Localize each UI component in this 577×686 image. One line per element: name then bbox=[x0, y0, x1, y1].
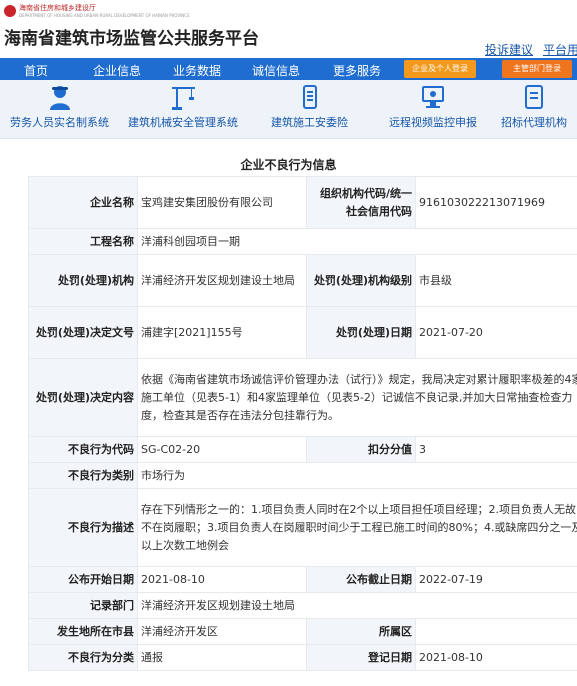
dept-login-button[interactable]: 主管部门登录 bbox=[502, 60, 572, 78]
platform-link[interactable]: 平台用 bbox=[543, 41, 577, 58]
code-label: 不良行为代码 bbox=[28, 436, 138, 463]
top-links: 投诉建议 平台用 bbox=[485, 41, 577, 58]
table-row: 记录部门 洋浦经济开发区规划建设土地局 bbox=[28, 592, 577, 619]
decision-no-label: 处罚(处理)决定文号 bbox=[28, 306, 138, 359]
score-label: 扣分分值 bbox=[306, 436, 416, 463]
pub-start-label: 公布开始日期 bbox=[28, 566, 138, 593]
punish-org-label: 处罚(处理)机构 bbox=[28, 254, 138, 307]
system-shortcuts: 劳务人员实名制系统 建筑机械安全管理系统 建筑施工安委险 远程视频监控申报 招标… bbox=[0, 80, 577, 139]
desc-value: 存在下列情形之一的：1.项目负责人同时在2个以上项目担任项目经理；2.项目负责人… bbox=[137, 488, 577, 567]
table-row: 处罚(处理)机构 洋浦经济开发区规划建设土地局 处罚(处理)机构级别 市县级 bbox=[28, 254, 577, 307]
system-bidding-agency[interactable]: 招标代理机构 bbox=[501, 83, 567, 130]
record-dept-label: 记录部门 bbox=[28, 592, 138, 619]
code-value: SG-C02-20 bbox=[137, 436, 307, 463]
complaint-link[interactable]: 投诉建议 bbox=[485, 41, 533, 58]
district-label: 所属区 bbox=[306, 618, 416, 645]
score-value: 3 bbox=[415, 436, 577, 463]
system-worker-realname[interactable]: 劳务人员实名制系统 bbox=[10, 83, 109, 130]
punish-level-value: 市县级 bbox=[415, 254, 577, 307]
table-row: 公布开始日期 2021-08-10 公布截止日期 2022-07-19 bbox=[28, 566, 577, 593]
punish-date-value: 2021-07-20 bbox=[415, 306, 577, 359]
content-value: 依据《海南省建筑市场诚信评价管理办法（试行）》规定，我局决定对累计履职率极差的4… bbox=[137, 358, 577, 437]
table-row: 不良行为分类 通报 登记日期 2021-08-10 bbox=[28, 644, 577, 671]
system-label: 建筑机械安全管理系统 bbox=[128, 116, 238, 129]
table-row: 不良行为描述 存在下列情形之一的：1.项目负责人同时在2个以上项目担任项目经理；… bbox=[28, 488, 577, 567]
table-row: 处罚(处理)决定内容 依据《海南省建筑市场诚信评价管理办法（试行）》规定，我局决… bbox=[28, 358, 577, 437]
nav-credit[interactable]: 诚信信息 bbox=[252, 62, 300, 79]
org-code-label: 组织机构代码/统一社会信用代码 bbox=[306, 176, 416, 229]
org-code-value: 916103022213071969 bbox=[415, 176, 577, 229]
system-label: 远程视频监控申报 bbox=[389, 116, 477, 129]
content-label: 处罚(处理)决定内容 bbox=[28, 358, 138, 437]
nav-enterprise[interactable]: 企业信息 bbox=[93, 62, 141, 79]
pub-start-value: 2021-08-10 bbox=[137, 566, 307, 593]
category-label: 不良行为类别 bbox=[28, 462, 138, 489]
worker-icon bbox=[49, 86, 70, 110]
insurance-icon bbox=[302, 85, 317, 109]
city-value: 洋浦经济开发区 bbox=[137, 618, 307, 645]
dept-logo: 海南省住房和城乡建设厅 DEPARTMENT OF HOUSING AND UR… bbox=[4, 3, 190, 18]
table-row: 工程名称 洋浦科创园项目一期 bbox=[28, 228, 577, 255]
nav-home[interactable]: 首页 bbox=[24, 62, 48, 79]
reg-date-value: 2021-08-10 bbox=[415, 644, 577, 671]
nav-more-services[interactable]: 更多服务 bbox=[333, 62, 381, 79]
company-label: 企业名称 bbox=[28, 176, 138, 229]
main-nav: 首页 企业信息 业务数据 诚信信息 更多服务 企业及个人登录 主管部门登录 bbox=[0, 58, 577, 80]
document-icon bbox=[525, 85, 543, 109]
company-value: 宝鸡建安集团股份有限公司 bbox=[137, 176, 307, 229]
system-construction-insurance[interactable]: 建筑施工安委险 bbox=[271, 83, 348, 130]
system-label: 建筑施工安委险 bbox=[271, 116, 348, 129]
violation-record-table: 企业名称 宝鸡建安集团股份有限公司 组织机构代码/统一社会信用代码 916103… bbox=[28, 176, 577, 671]
nav-business-data[interactable]: 业务数据 bbox=[173, 62, 221, 79]
system-label: 招标代理机构 bbox=[501, 116, 567, 129]
enterprise-login-button[interactable]: 企业及个人登录 bbox=[404, 60, 476, 78]
punish-org-value: 洋浦经济开发区规划建设土地局 bbox=[137, 254, 307, 307]
monitor-icon bbox=[422, 86, 444, 108]
table-row: 处罚(处理)决定文号 浦建字[2021]155号 处罚(处理)日期 2021-0… bbox=[28, 306, 577, 359]
decision-no-value: 浦建字[2021]155号 bbox=[137, 306, 307, 359]
punish-date-label: 处罚(处理)日期 bbox=[306, 306, 416, 359]
table-row: 发生地所在市县 洋浦经济开发区 所属区 bbox=[28, 618, 577, 645]
record-dept-value: 洋浦经济开发区规划建设土地局 bbox=[137, 592, 577, 619]
site-header: 海南省住房和城乡建设厅 DEPARTMENT OF HOUSING AND UR… bbox=[0, 0, 577, 58]
district-value bbox=[415, 618, 577, 645]
pub-end-value: 2022-07-19 bbox=[415, 566, 577, 593]
reg-date-label: 登记日期 bbox=[306, 644, 416, 671]
class-value: 通报 bbox=[137, 644, 307, 671]
table-row: 不良行为类别 市场行为 bbox=[28, 462, 577, 489]
pub-end-label: 公布截止日期 bbox=[306, 566, 416, 593]
table-row: 企业名称 宝鸡建安集团股份有限公司 组织机构代码/统一社会信用代码 916103… bbox=[28, 176, 577, 229]
class-label: 不良行为分类 bbox=[28, 644, 138, 671]
crane-icon bbox=[172, 87, 195, 110]
dept-subtitle: DEPARTMENT OF HOUSING AND URBAN-RURAL DE… bbox=[19, 13, 190, 18]
project-label: 工程名称 bbox=[28, 228, 138, 255]
emblem-icon bbox=[4, 4, 16, 17]
desc-label: 不良行为描述 bbox=[28, 488, 138, 567]
system-video-monitoring[interactable]: 远程视频监控申报 bbox=[389, 83, 477, 130]
project-value: 洋浦科创园项目一期 bbox=[137, 228, 577, 255]
system-label: 劳务人员实名制系统 bbox=[10, 116, 109, 129]
dept-name: 海南省住房和城乡建设厅 bbox=[19, 4, 96, 12]
site-title: 海南省建筑市场监管公共服务平台 bbox=[4, 29, 259, 49]
category-value: 市场行为 bbox=[137, 462, 577, 489]
system-machinery-safety[interactable]: 建筑机械安全管理系统 bbox=[128, 83, 238, 130]
city-label: 发生地所在市县 bbox=[28, 618, 138, 645]
punish-level-label: 处罚(处理)机构级别 bbox=[306, 254, 416, 307]
table-row: 不良行为代码 SG-C02-20 扣分分值 3 bbox=[28, 436, 577, 463]
section-title: 企业不良行为信息 bbox=[240, 158, 337, 172]
